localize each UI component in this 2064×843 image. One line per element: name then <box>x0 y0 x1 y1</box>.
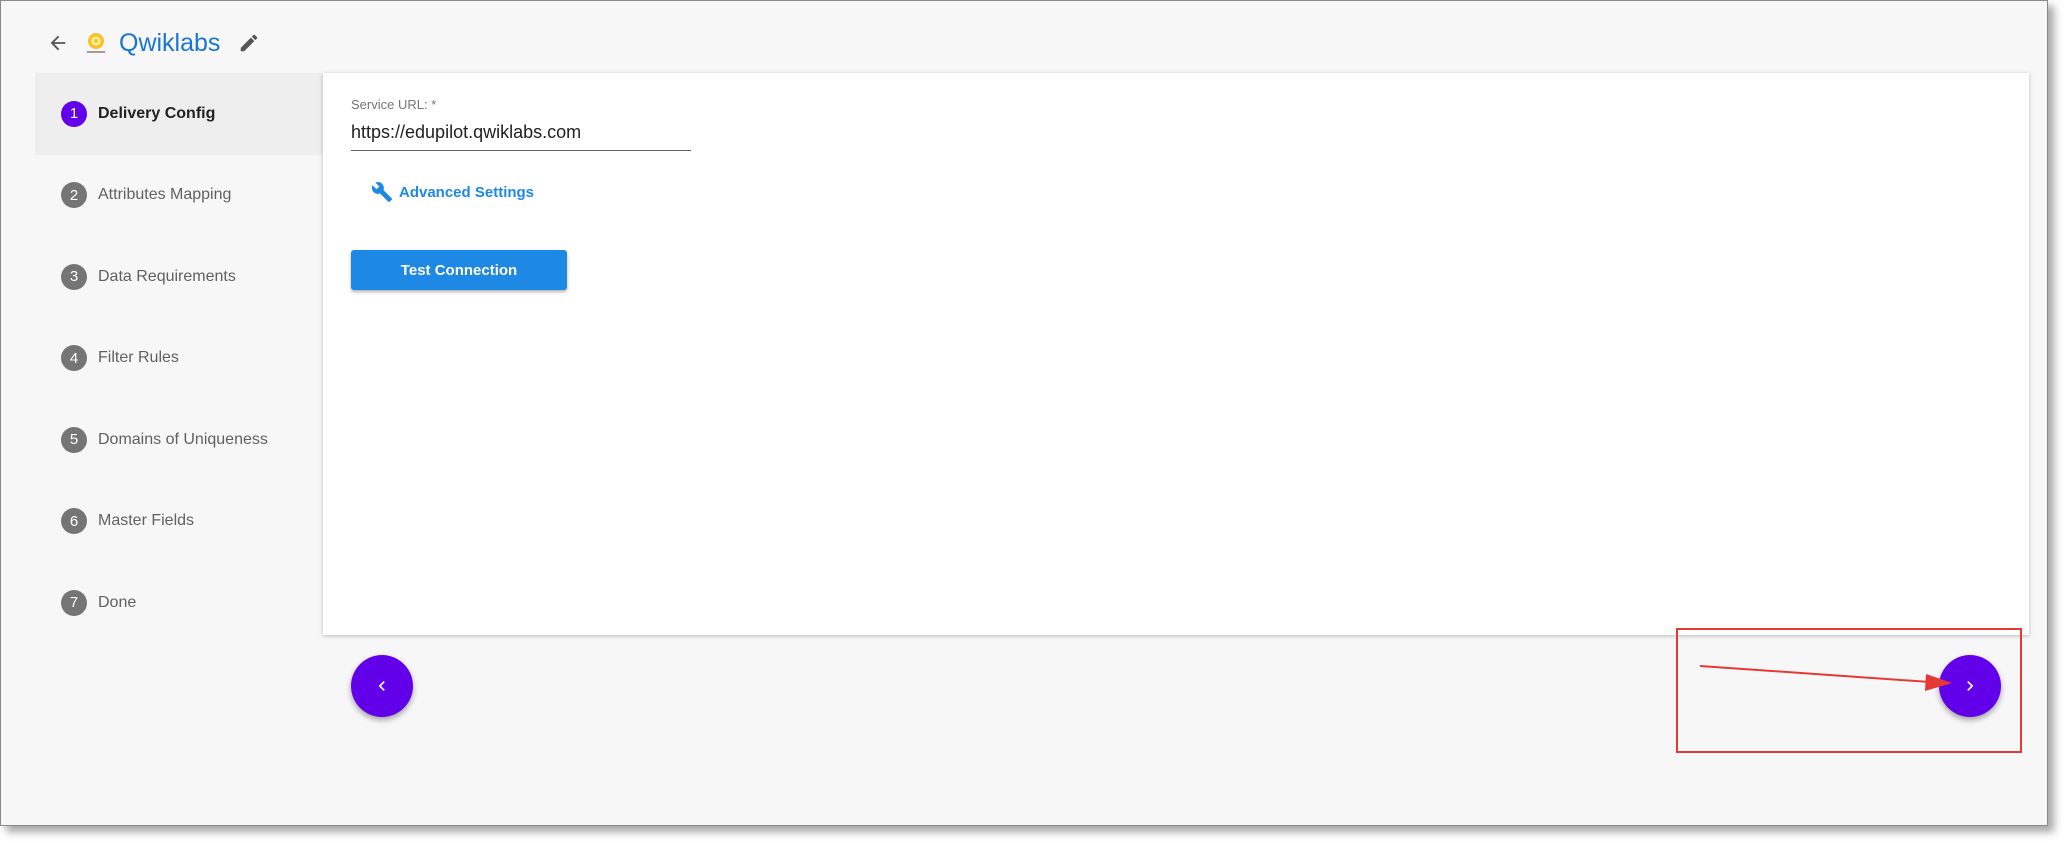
step-number: 3 <box>61 263 87 290</box>
test-connection-button[interactable]: Test Connection <box>351 250 567 290</box>
step-label: Delivery Config <box>98 104 216 122</box>
app-logo <box>81 28 111 58</box>
step-domains-of-uniqueness[interactable]: 5 Domains of Uniqueness <box>35 399 323 481</box>
stepper: 1 Delivery Config 2 Attributes Mapping 3… <box>35 73 323 644</box>
app-title: Qwiklabs <box>119 28 221 57</box>
service-url-label: Service URL: * <box>351 97 437 112</box>
edit-title-button[interactable] <box>232 26 266 60</box>
step-label: Domains of Uniqueness <box>98 430 268 448</box>
step-number: 5 <box>61 426 87 453</box>
delivery-config-card: Service URL: * Advanced Settings Test Co… <box>323 73 2029 635</box>
wrench-icon <box>371 182 393 203</box>
arrow-left-icon <box>50 35 66 51</box>
qwiklabs-logo-icon <box>87 33 105 53</box>
advanced-settings-link[interactable]: Advanced Settings <box>371 181 534 203</box>
previous-step-button[interactable] <box>351 655 413 717</box>
step-label: Attributes Mapping <box>98 186 232 204</box>
step-done[interactable]: 7 Done <box>35 562 323 644</box>
step-number: 4 <box>61 345 87 372</box>
step-attributes-mapping[interactable]: 2 Attributes Mapping <box>35 155 323 237</box>
back-button[interactable] <box>41 26 75 60</box>
app-window: Qwiklabs 1 Delivery Config 2 Attributes … <box>0 0 2048 826</box>
page-header: Qwiklabs <box>41 25 266 61</box>
step-number: 6 <box>61 508 87 535</box>
step-delivery-config[interactable]: 1 Delivery Config <box>35 73 323 155</box>
advanced-settings-label: Advanced Settings <box>399 183 535 201</box>
pencil-icon <box>241 34 258 52</box>
step-number: 2 <box>61 182 87 209</box>
step-label: Filter Rules <box>98 349 179 367</box>
service-url-input[interactable] <box>351 116 691 151</box>
step-number: 1 <box>61 100 87 127</box>
step-label: Master Fields <box>98 512 195 530</box>
step-data-requirements[interactable]: 3 Data Requirements <box>35 236 323 318</box>
step-label: Done <box>98 593 137 611</box>
step-label: Data Requirements <box>98 267 236 285</box>
step-filter-rules[interactable]: 4 Filter Rules <box>35 318 323 400</box>
annotation-highlight-box <box>1676 628 2022 753</box>
chevron-left-icon <box>378 681 385 691</box>
step-master-fields[interactable]: 6 Master Fields <box>35 481 323 563</box>
step-number: 7 <box>61 589 87 616</box>
service-url-field: Service URL: * <box>351 97 691 151</box>
